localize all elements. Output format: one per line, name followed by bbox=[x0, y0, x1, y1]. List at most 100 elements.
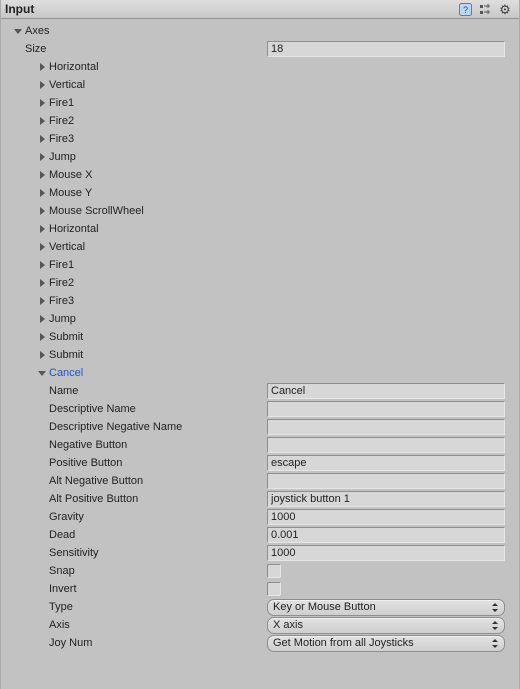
axis-foldout[interactable]: Mouse X bbox=[7, 166, 513, 184]
input-manager-panel: Input ? ⚙ Axes Size HorizontalVerticalFi… bbox=[0, 0, 520, 689]
axis-label: Mouse X bbox=[49, 169, 92, 181]
axis-foldout[interactable]: Fire2 bbox=[7, 274, 513, 292]
prop-label: Alt Positive Button bbox=[49, 493, 267, 505]
descNeg-input[interactable] bbox=[267, 419, 505, 435]
axis-label: Mouse Y bbox=[49, 187, 92, 199]
chevron-right-icon bbox=[37, 170, 47, 180]
prop-label: Descriptive Name bbox=[49, 403, 267, 415]
axis-label: Fire2 bbox=[49, 115, 74, 127]
axis-foldout[interactable]: Fire3 bbox=[7, 130, 513, 148]
axis-foldout[interactable]: Mouse ScrollWheel bbox=[7, 202, 513, 220]
axes-foldout[interactable]: Axes bbox=[7, 22, 513, 40]
axis-label: Fire2 bbox=[49, 277, 74, 289]
axis-label: Horizontal bbox=[49, 61, 99, 73]
axis-foldout[interactable]: Fire1 bbox=[7, 94, 513, 112]
axis-label: Fire3 bbox=[49, 295, 74, 307]
prop-label: Gravity bbox=[49, 511, 267, 523]
axis-foldout[interactable]: Cancel bbox=[7, 364, 513, 382]
chevron-right-icon bbox=[37, 206, 47, 216]
prop-label: Type bbox=[49, 601, 267, 613]
prop-negBtn: Negative Button bbox=[7, 436, 513, 454]
axis-foldout[interactable]: Submit bbox=[7, 328, 513, 346]
prop-label: Joy Num bbox=[49, 637, 267, 649]
prop-label: Invert bbox=[49, 583, 267, 595]
panel-title: Input bbox=[5, 2, 453, 16]
chevron-right-icon bbox=[37, 332, 47, 342]
chevron-right-icon bbox=[37, 278, 47, 288]
chevron-right-icon bbox=[37, 98, 47, 108]
chevron-right-icon bbox=[37, 314, 47, 324]
name-input[interactable] bbox=[267, 383, 505, 399]
prop-name: Name bbox=[7, 382, 513, 400]
chevron-right-icon bbox=[37, 116, 47, 126]
gravity-input[interactable] bbox=[267, 509, 505, 525]
dropdown-value: Key or Mouse Button bbox=[273, 601, 376, 613]
axis-label: Fire1 bbox=[49, 97, 74, 109]
axis-foldout[interactable]: Submit bbox=[7, 346, 513, 364]
axis-label: Submit bbox=[49, 331, 83, 343]
prop-snap: Snap bbox=[7, 562, 513, 580]
chevron-right-icon bbox=[37, 350, 47, 360]
chevron-right-icon bbox=[37, 134, 47, 144]
joy-dropdown[interactable]: Get Motion from all Joysticks bbox=[267, 635, 505, 652]
axes-size-row: Size bbox=[7, 40, 513, 58]
chevron-right-icon bbox=[37, 188, 47, 198]
prop-label: Descriptive Negative Name bbox=[49, 421, 267, 433]
axis-foldout[interactable]: Horizontal bbox=[7, 58, 513, 76]
preset-icon[interactable] bbox=[477, 1, 493, 17]
chevron-right-icon bbox=[37, 62, 47, 72]
prop-label: Alt Negative Button bbox=[49, 475, 267, 487]
prop-label: Sensitivity bbox=[49, 547, 267, 559]
prop-invert: Invert bbox=[7, 580, 513, 598]
chevron-right-icon bbox=[37, 242, 47, 252]
axis-foldout[interactable]: Fire3 bbox=[7, 292, 513, 310]
axis-foldout[interactable]: Fire1 bbox=[7, 256, 513, 274]
descName-input[interactable] bbox=[267, 401, 505, 417]
axis-foldout[interactable]: Vertical bbox=[7, 76, 513, 94]
axis-foldout[interactable]: Fire2 bbox=[7, 112, 513, 130]
chevron-right-icon bbox=[37, 296, 47, 306]
prop-label: Positive Button bbox=[49, 457, 267, 469]
axis-label: Fire1 bbox=[49, 259, 74, 271]
chevron-down-icon bbox=[13, 26, 23, 36]
axis-label: Fire3 bbox=[49, 133, 74, 145]
prop-dead: Dead bbox=[7, 526, 513, 544]
svg-text:?: ? bbox=[462, 5, 467, 15]
help-icon[interactable]: ? bbox=[457, 1, 473, 17]
axis-dropdown[interactable]: X axis bbox=[267, 617, 505, 634]
axis-foldout[interactable]: Horizontal bbox=[7, 220, 513, 238]
axes-label: Axes bbox=[25, 25, 49, 37]
axis-foldout[interactable]: Vertical bbox=[7, 238, 513, 256]
prop-label: Dead bbox=[49, 529, 267, 541]
chevron-down-icon bbox=[37, 368, 47, 378]
axis-foldout[interactable]: Jump bbox=[7, 148, 513, 166]
axis-foldout[interactable]: Jump bbox=[7, 310, 513, 328]
gear-icon[interactable]: ⚙ bbox=[497, 1, 513, 17]
dropdown-value: X axis bbox=[273, 619, 303, 631]
axis-label: Cancel bbox=[49, 367, 83, 379]
sensitivity-input[interactable] bbox=[267, 545, 505, 561]
chevron-right-icon bbox=[37, 260, 47, 270]
prop-sensitivity: Sensitivity bbox=[7, 544, 513, 562]
chevron-right-icon bbox=[37, 224, 47, 234]
prop-label: Snap bbox=[49, 565, 267, 577]
posBtn-input[interactable] bbox=[267, 455, 505, 471]
prop-joy: Joy Num Get Motion from all Joysticks bbox=[7, 634, 513, 652]
size-label: Size bbox=[25, 43, 267, 55]
altPos-input[interactable] bbox=[267, 491, 505, 507]
invert-checkbox[interactable] bbox=[267, 582, 281, 596]
negBtn-input[interactable] bbox=[267, 437, 505, 453]
axis-foldout[interactable]: Mouse Y bbox=[7, 184, 513, 202]
prop-type: Type Key or Mouse Button bbox=[7, 598, 513, 616]
dead-input[interactable] bbox=[267, 527, 505, 543]
prop-gravity: Gravity bbox=[7, 508, 513, 526]
panel-header: Input ? ⚙ bbox=[1, 0, 519, 19]
altNeg-input[interactable] bbox=[267, 473, 505, 489]
size-input[interactable] bbox=[267, 41, 505, 57]
prop-axis: AxisX axis bbox=[7, 616, 513, 634]
axis-label: Jump bbox=[49, 313, 76, 325]
type-dropdown[interactable]: Key or Mouse Button bbox=[267, 599, 505, 616]
dropdown-value: Get Motion from all Joysticks bbox=[273, 637, 414, 649]
snap-checkbox[interactable] bbox=[267, 564, 281, 578]
prop-altNeg: Alt Negative Button bbox=[7, 472, 513, 490]
